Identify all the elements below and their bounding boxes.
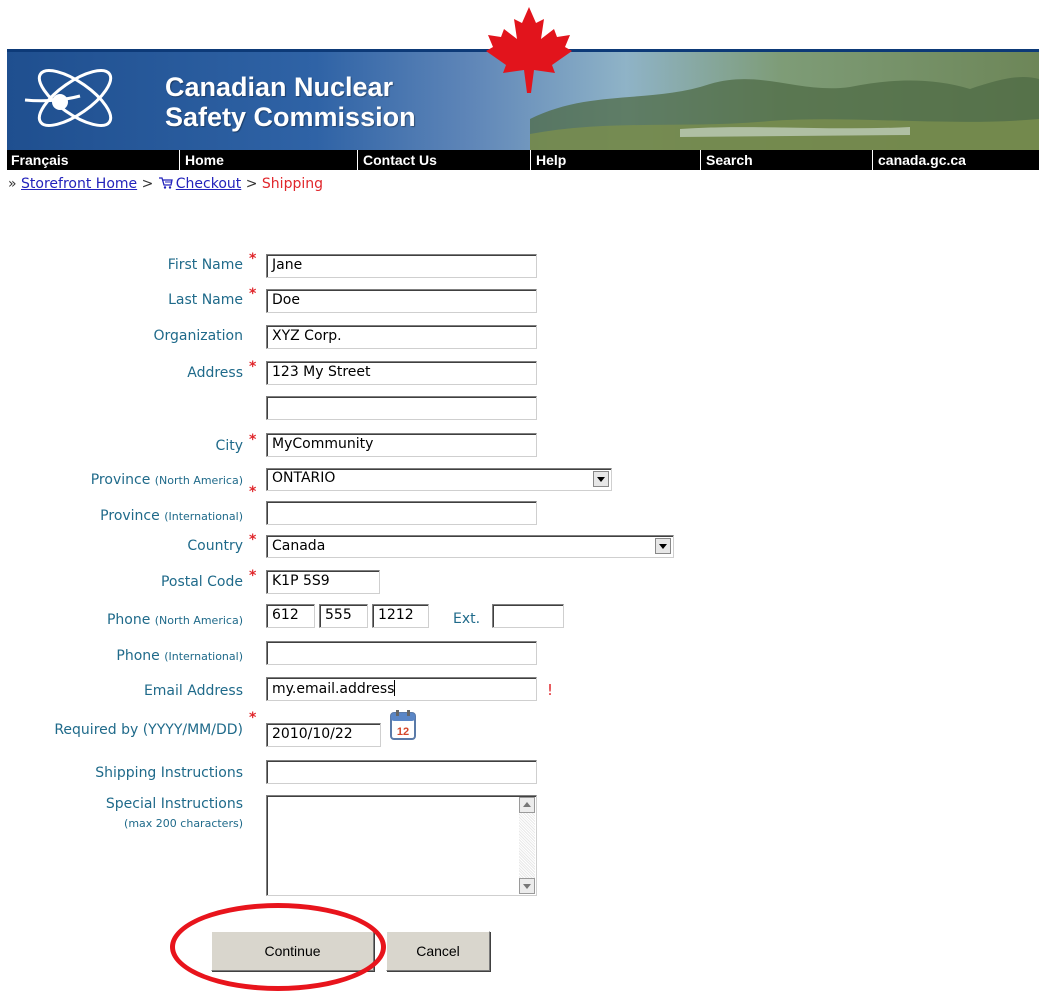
address-line2-input[interactable] [266, 396, 537, 420]
phone-intl-qualifier: (International) [164, 650, 243, 663]
phone-intl-label: Phone (International) [116, 648, 243, 664]
nav-canada-gc-ca[interactable]: canada.gc.ca [878, 150, 966, 170]
scroll-down-icon[interactable] [519, 878, 535, 894]
first-name-input[interactable]: Jane [266, 254, 537, 278]
nav-contact-us[interactable]: Contact Us [363, 150, 437, 170]
phone-na-label: Phone (North America) [107, 612, 243, 628]
last-name-label: Last Name [168, 292, 243, 308]
phone-intl-label-text: Phone [116, 648, 160, 664]
brand-title: Canadian Nuclear Safety Commission [165, 72, 416, 132]
email-error-mark: ! [547, 681, 554, 699]
site-banner: Canadian Nuclear Safety Commission [0, 0, 1039, 150]
first-name-label: First Name [167, 257, 243, 273]
textarea-scrollbar[interactable] [519, 797, 535, 894]
country-label: Country [187, 538, 243, 554]
breadcrumb: » Storefront Home > Checkout > Shipping [8, 176, 323, 192]
last-name-input[interactable]: Doe [266, 289, 537, 313]
phone-number-input[interactable]: 1212 [372, 604, 429, 628]
nav-home[interactable]: Home [185, 150, 224, 170]
cart-icon [158, 177, 173, 189]
email-label: Email Address [143, 683, 243, 699]
address-line1-input[interactable]: 123 My Street [266, 361, 537, 385]
address-label: Address [187, 365, 243, 381]
landscape-image [530, 77, 1039, 150]
province-na-select[interactable]: ONTARIO [266, 468, 612, 491]
scroll-up-icon[interactable] [519, 797, 535, 813]
postal-code-label: Postal Code [160, 574, 243, 590]
phone-area-code-input[interactable]: 612 [266, 604, 315, 628]
country-select[interactable]: Canada [266, 535, 674, 558]
required-by-date-input[interactable]: 2010/10/22 [266, 723, 381, 747]
required-mark: * [249, 251, 257, 267]
nav-search[interactable]: Search [706, 150, 753, 170]
top-nav: Français Home Contact Us Help Search can… [7, 150, 1039, 170]
breadcrumb-storefront-home[interactable]: Storefront Home [21, 176, 137, 192]
brand-line-2: Safety Commission [165, 102, 416, 132]
province-na-label-text: Province [90, 472, 151, 488]
nav-divider [530, 150, 531, 170]
phone-exchange-input[interactable]: 555 [319, 604, 368, 628]
breadcrumb-checkout[interactable]: Checkout [176, 176, 242, 192]
nav-help[interactable]: Help [536, 150, 566, 170]
province-na-qualifier: (North America) [154, 474, 243, 487]
calendar-icon-day: 12 [397, 726, 409, 738]
organization-label: Organization [153, 328, 243, 344]
province-intl-qualifier: (International) [164, 510, 243, 523]
city-input[interactable]: MyCommunity [266, 433, 537, 457]
required-mark: * [249, 568, 257, 584]
required-mark: * [249, 710, 257, 726]
required-mark: * [249, 359, 257, 375]
maple-leaf-icon [486, 7, 572, 93]
email-value: my.email.address [272, 681, 395, 697]
required-mark: * [249, 286, 257, 302]
organization-input[interactable]: XYZ Corp. [266, 325, 537, 349]
required-mark: * [249, 532, 257, 548]
phone-na-qualifier: (North America) [154, 614, 243, 627]
phone-ext-label: Ext. [453, 611, 481, 627]
breadcrumb-current: Shipping [261, 176, 323, 192]
required-mark: * [249, 432, 257, 448]
city-label: City [215, 438, 243, 454]
shipping-instructions-label: Shipping Instructions [95, 765, 243, 781]
dropdown-arrow-icon[interactable] [593, 471, 609, 487]
province-na-value: ONTARIO [272, 470, 336, 486]
calendar-icon[interactable]: 12 [389, 709, 417, 741]
required-by-label: Required by (YYYY/MM/DD) [54, 722, 243, 738]
special-instructions-note: (max 200 characters) [124, 817, 243, 830]
postal-code-input[interactable]: K1P 5S9 [266, 570, 380, 594]
atom-logo-icon [24, 69, 113, 127]
breadcrumb-separator: > [141, 176, 154, 192]
special-instructions-textarea[interactable] [266, 795, 537, 896]
dropdown-arrow-icon[interactable] [655, 538, 671, 554]
country-value: Canada [272, 538, 326, 554]
required-mark: * [249, 484, 257, 500]
shipping-instructions-input[interactable] [266, 760, 537, 784]
phone-intl-input[interactable] [266, 641, 537, 665]
province-intl-label: Province (International) [100, 508, 243, 524]
breadcrumb-separator: > [245, 176, 258, 192]
brand-line-1: Canadian Nuclear [165, 72, 394, 102]
breadcrumb-prefix: » [8, 176, 17, 192]
phone-ext-input[interactable] [492, 604, 564, 628]
special-instructions-label: Special Instructions [105, 796, 243, 812]
nav-divider [179, 150, 180, 170]
highlight-annotation-circle [170, 903, 386, 991]
text-cursor [394, 680, 396, 696]
province-intl-label-text: Province [100, 508, 160, 524]
cancel-button[interactable]: Cancel [386, 931, 490, 971]
nav-francais[interactable]: Français [11, 150, 69, 170]
email-input[interactable]: my.email.address [266, 677, 537, 701]
nav-divider [872, 150, 873, 170]
province-intl-input[interactable] [266, 501, 537, 525]
nav-divider [357, 150, 358, 170]
nav-divider [700, 150, 701, 170]
province-na-label: Province (North America) [91, 472, 243, 488]
phone-na-label-text: Phone [106, 612, 151, 628]
